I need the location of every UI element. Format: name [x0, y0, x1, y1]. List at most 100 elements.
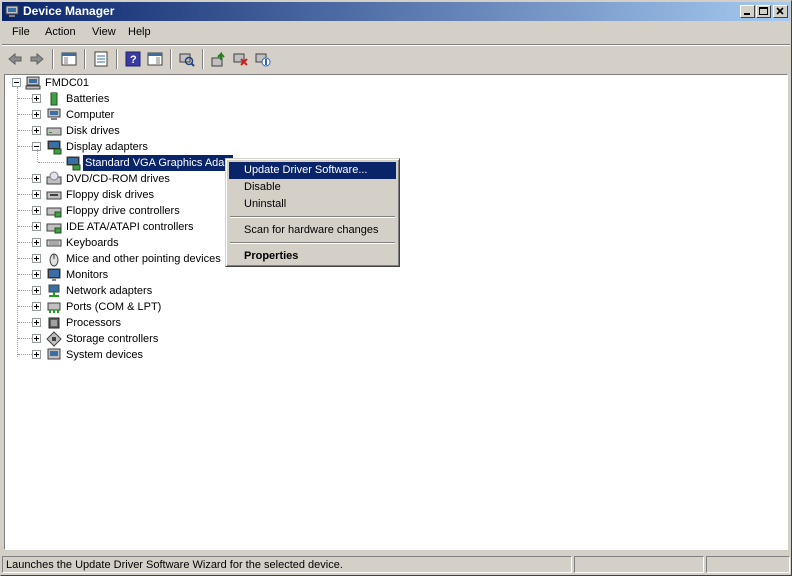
uninstall-button[interactable] — [231, 49, 251, 69]
tree-category[interactable]: IDE ATA/ATAPI controllers — [5, 219, 245, 235]
device-manager-app-icon — [5, 5, 19, 17]
tree-category[interactable]: Batteries — [5, 91, 245, 107]
show-hide-console-tree-button[interactable] — [59, 49, 79, 69]
tree-device[interactable]: Standard VGA Graphics Adap — [5, 149, 245, 171]
tree-category[interactable]: System devices — [5, 347, 245, 363]
tree-category-label: Storage controllers — [66, 333, 159, 345]
maximize-button[interactable] — [756, 5, 771, 18]
selected-device-label: Standard VGA Graphics Adap — [83, 155, 233, 171]
status-text: Launches the Update Driver Software Wiza… — [6, 559, 343, 571]
collapse-toggle[interactable] — [12, 78, 21, 87]
title-bar[interactable]: Device Manager — [2, 2, 790, 21]
expand-toggle[interactable] — [32, 110, 41, 119]
tree-category[interactable]: Floppy disk drives — [5, 187, 245, 203]
tree-guide-line — [18, 178, 32, 179]
menu-file[interactable]: File — [12, 26, 30, 38]
tree-category[interactable]: Processors — [5, 315, 245, 331]
svg-text:?: ? — [130, 54, 137, 66]
computer-icon — [47, 108, 61, 120]
help-button[interactable]: ? — [123, 49, 143, 69]
toolbar-separator — [170, 49, 172, 69]
tree-category[interactable]: Floppy drive controllers — [5, 203, 245, 219]
close-button[interactable] — [773, 5, 788, 18]
toolbar-separator — [116, 49, 118, 69]
expand-toggle[interactable] — [32, 238, 41, 247]
tree-category[interactable]: DVD/CD-ROM drives — [5, 171, 245, 187]
console-tree-icon — [61, 52, 77, 66]
mice-and-other-pointing-devices-icon — [49, 253, 59, 267]
forward-button[interactable] — [27, 49, 47, 69]
toolbar: ? — [2, 46, 790, 72]
tree-category[interactable]: Computer — [5, 107, 245, 123]
display-adapter-icon — [66, 156, 81, 171]
tree-guide-line — [18, 322, 32, 323]
scan-hardware-button[interactable] — [177, 49, 197, 69]
tree-category[interactable]: Keyboards — [5, 235, 245, 251]
expand-toggle[interactable] — [32, 126, 41, 135]
tree-category-label: Disk drives — [66, 125, 120, 137]
tree-category-label: Network adapters — [66, 285, 153, 297]
disable-button[interactable] — [253, 49, 273, 69]
properties-list-icon — [94, 51, 108, 67]
close-icon — [776, 7, 784, 15]
tree-category[interactable]: Network adapters — [5, 283, 245, 299]
tree-category-label: Monitors — [66, 269, 109, 281]
tree-guide-line — [18, 114, 32, 115]
context-uninstall[interactable]: Uninstall — [229, 196, 396, 213]
tree-category-label: Computer — [66, 109, 115, 121]
tree-category[interactable]: Display adapters — [5, 139, 245, 155]
system-devices-icon — [47, 348, 61, 360]
menu-view[interactable]: View — [92, 26, 116, 38]
toolbar-separator — [52, 49, 54, 69]
tree-guide-line — [18, 98, 32, 99]
show-hide-action-pane-button[interactable] — [145, 49, 165, 69]
context-separator — [230, 242, 395, 244]
tree-category[interactable]: Monitors — [5, 267, 245, 283]
expand-toggle[interactable] — [32, 94, 41, 103]
expand-toggle[interactable] — [32, 254, 41, 263]
tree-guide-line — [18, 210, 32, 211]
expand-toggle[interactable] — [32, 206, 41, 215]
maximize-icon — [759, 7, 768, 15]
expand-toggle[interactable] — [32, 174, 41, 183]
update-driver-button[interactable] — [209, 49, 229, 69]
tree-category-label: System devices — [66, 349, 144, 361]
window-title: Device Manager — [23, 4, 115, 18]
status-panel-3 — [706, 556, 790, 573]
minimize-button[interactable] — [740, 5, 755, 18]
tree-category-label: IDE ATA/ATAPI controllers — [66, 221, 194, 233]
tree-category[interactable]: Ports (COM & LPT) — [5, 299, 245, 315]
floppy-disk-drives-icon — [46, 191, 62, 200]
tree-category[interactable]: Disk drives — [5, 123, 245, 139]
tree-category[interactable]: Mice and other pointing devices — [5, 251, 245, 267]
context-disable[interactable]: Disable — [229, 179, 396, 196]
device-tree[interactable]: FMDC01 Batteries Computer Disk drives Displ… — [4, 74, 788, 550]
menu-help[interactable]: Help — [128, 26, 151, 38]
expand-toggle[interactable] — [32, 286, 41, 295]
expand-toggle[interactable] — [32, 270, 41, 279]
context-scan-hardware[interactable]: Scan for hardware changes — [229, 222, 396, 239]
context-update-driver[interactable]: Update Driver Software... — [229, 162, 396, 179]
context-menu: Update Driver Software... Disable Uninst… — [225, 158, 400, 267]
tree-category-label: Mice and other pointing devices — [66, 253, 221, 265]
expand-toggle[interactable] — [32, 318, 41, 327]
menu-bar: File Action View Help — [2, 23, 790, 43]
properties-button[interactable] — [91, 49, 111, 69]
expand-toggle[interactable] — [32, 334, 41, 343]
expand-toggle[interactable] — [32, 350, 41, 359]
menu-action[interactable]: Action — [45, 26, 76, 38]
tree-category[interactable]: Storage controllers — [5, 331, 245, 347]
expand-toggle[interactable] — [32, 302, 41, 311]
tree-guide-line — [18, 338, 32, 339]
context-properties[interactable]: Properties — [229, 248, 396, 265]
tree-root[interactable]: FMDC01 — [5, 75, 205, 91]
back-button[interactable] — [5, 49, 25, 69]
keyboards-icon — [46, 239, 62, 247]
expand-toggle[interactable] — [32, 190, 41, 199]
minimize-icon — [744, 13, 750, 15]
ide-ata-atapi-controllers-icon — [46, 223, 62, 234]
expand-toggle[interactable] — [32, 222, 41, 231]
display-adapters-icon — [47, 140, 62, 155]
storage-controllers-icon — [46, 331, 62, 347]
tree-guide-line — [18, 242, 32, 243]
